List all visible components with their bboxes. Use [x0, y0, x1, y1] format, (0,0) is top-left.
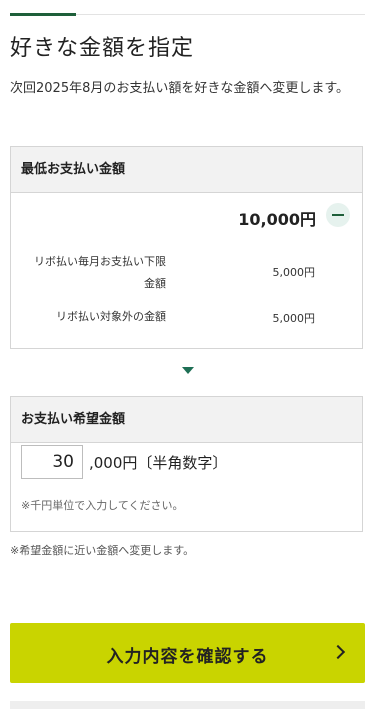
confirm-button[interactable]: 入力内容を確認する	[10, 623, 365, 683]
page-description: 次回2025年8月のお支払い額を好きな金額へ変更します。	[10, 81, 350, 96]
min-payment-total: 10,000円	[238, 210, 316, 229]
top-accent-bar	[10, 13, 76, 16]
bottom-section-edge	[10, 701, 365, 709]
non-revo-value: 5,000円	[272, 312, 316, 325]
desired-payment-header: お支払い希望金額	[11, 397, 362, 443]
revo-min-label: リボ払い毎月お支払い下限金額	[34, 255, 166, 290]
approximation-note: ※希望金額に近い金額へ変更します。	[10, 544, 195, 557]
revo-min-value: 5,000円	[272, 266, 316, 279]
collapse-toggle-button[interactable]	[326, 203, 350, 227]
input-note: ※千円単位で入力してください。	[21, 499, 184, 512]
amount-unit-label: ,000円〔半角数字〕	[89, 454, 228, 472]
minus-icon	[332, 214, 344, 216]
confirm-button-label: 入力内容を確認する	[106, 647, 269, 667]
down-arrow-icon	[182, 367, 194, 374]
non-revo-label: リボ払い対象外の金額	[56, 310, 166, 323]
desired-payment-card: お支払い希望金額 ,000円〔半角数字〕 ※千円単位で入力してください。	[10, 396, 363, 532]
min-payment-card: 最低お支払い金額 10,000円 リボ払い毎月お支払い下限金額 5,000円 リ…	[10, 146, 363, 349]
amount-input[interactable]	[21, 445, 83, 479]
page-title: 好きな金額を指定	[10, 36, 195, 61]
min-payment-header: 最低お支払い金額	[11, 147, 362, 193]
